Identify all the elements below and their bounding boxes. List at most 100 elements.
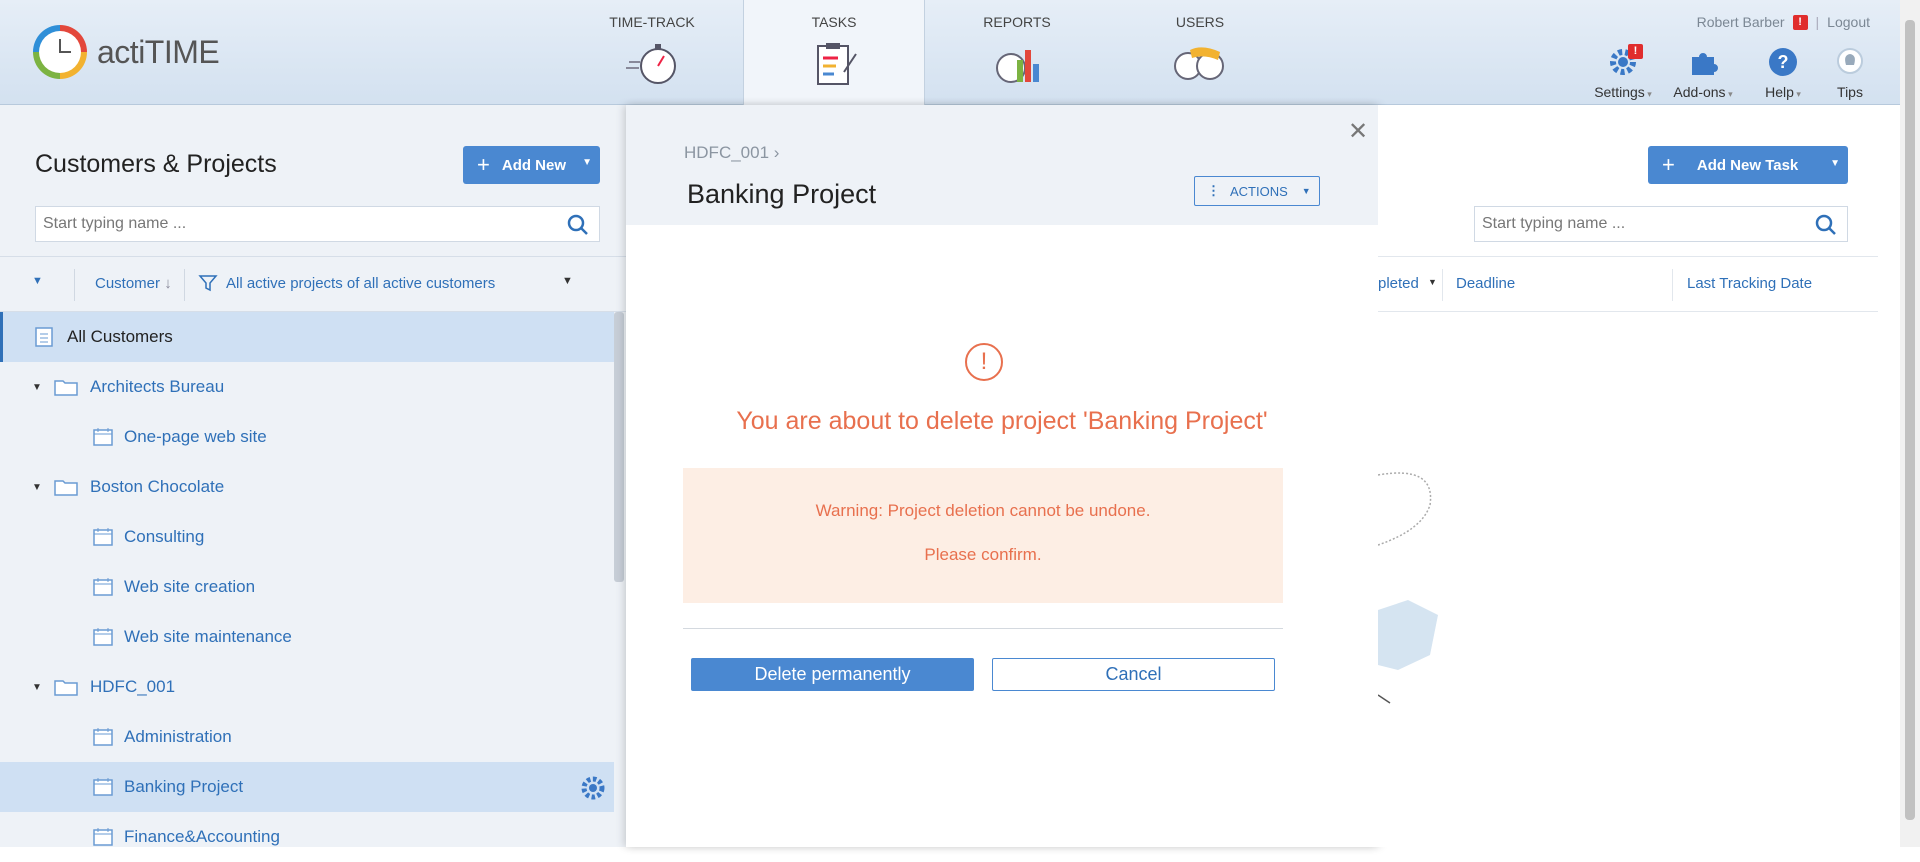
tree-label: Consulting: [124, 527, 205, 546]
plus-icon: +: [1662, 152, 1675, 177]
tree-scrollbar[interactable]: [614, 312, 624, 582]
dialog-header: HDFC_001 › Banking Project ⋮ ACTIONS ▼ ✕: [626, 105, 1378, 225]
page-scrollbar[interactable]: [1900, 0, 1920, 847]
filter-dropdown[interactable]: All active projects of all active custom…: [226, 275, 495, 292]
question-icon: ?: [1769, 48, 1797, 76]
svg-text:?: ?: [1778, 52, 1789, 72]
users-icon: [1174, 47, 1224, 80]
calendar-icon: [93, 828, 113, 846]
expand-all-caret-icon[interactable]: ▼: [32, 275, 43, 287]
chevron-down-icon[interactable]: ▼: [1830, 158, 1840, 169]
search-icon[interactable]: [1815, 214, 1837, 236]
plus-icon: +: [477, 152, 490, 177]
folder-icon: [54, 380, 78, 396]
warning-text: Warning: Project deletion cannot be undo…: [815, 501, 1151, 520]
sort-label: Customer: [95, 275, 161, 292]
tree-all-customers-row[interactable]: All Customers: [0, 312, 614, 362]
tree-project-row[interactable]: Finance&Accounting: [0, 812, 614, 862]
user-line: Robert Barber ! | Logout: [1696, 14, 1870, 30]
chevron-down-icon[interactable]: ▼: [562, 275, 573, 287]
sort-customer-button[interactable]: Customer ↓: [95, 275, 172, 292]
kebab-icon: ⋮: [1207, 183, 1220, 198]
task-search-input[interactable]: Start typing name ...: [1474, 206, 1848, 242]
tab-tasks[interactable]: TASKS: [743, 0, 925, 106]
tab-label: TASKS: [811, 14, 857, 30]
calendar-icon: [93, 778, 113, 796]
expand-caret-icon[interactable]: ▼: [32, 482, 42, 493]
search-icon[interactable]: [567, 214, 589, 236]
column-deadline[interactable]: Deadline: [1456, 275, 1515, 292]
tree-label: Architects Bureau: [90, 377, 225, 396]
tab-label: REPORTS: [983, 14, 1051, 30]
settings-label: Settings: [1594, 84, 1645, 100]
tree-label: Finance&Accounting: [124, 827, 280, 846]
tips-button[interactable]: Tips: [1830, 44, 1870, 100]
clock-logo-icon: [33, 25, 87, 79]
customer-search-input[interactable]: Start typing name ...: [35, 206, 600, 242]
app-logo[interactable]: actiTIME: [33, 25, 220, 79]
column-last-tracking-date[interactable]: Last Tracking Date: [1687, 275, 1812, 292]
column-completed[interactable]: pleted: [1378, 275, 1419, 292]
toolbar: ! Settings ▾ Add-ons ▾ ? Help ▾ Tips: [1590, 44, 1870, 100]
clipboard-icon: [817, 43, 857, 85]
filter-icon: [198, 273, 218, 297]
tab-reports[interactable]: REPORTS: [926, 0, 1108, 105]
calendar-icon: [93, 628, 113, 646]
user-name[interactable]: Robert Barber: [1697, 14, 1785, 30]
warning-icon: !: [965, 343, 1003, 381]
gear-icon[interactable]: [580, 775, 606, 801]
chevron-down-icon[interactable]: ▼: [582, 157, 592, 168]
search-placeholder: Start typing name ...: [1482, 215, 1626, 232]
tree-customer-row[interactable]: ▼ Architects Bureau: [0, 362, 614, 412]
tree-project-row[interactable]: Administration: [0, 712, 614, 762]
tree-project-row[interactable]: One-page web site: [0, 412, 614, 462]
cancel-button[interactable]: Cancel: [992, 658, 1275, 691]
folder-icon: [54, 480, 78, 496]
addons-button[interactable]: Add-ons ▾: [1670, 44, 1736, 100]
tree-label: Web site creation: [124, 577, 256, 596]
tree-customer-row[interactable]: ▼ Boston Chocolate: [0, 462, 614, 512]
tab-time-track[interactable]: TIME-TRACK: [561, 0, 743, 105]
stopwatch-icon: [626, 44, 676, 84]
dialog-title: Banking Project: [687, 179, 877, 209]
tasks-panel: + Add New Task ▼ Start typing name ... p…: [1378, 105, 1900, 847]
empty-state-illustration: [1378, 472, 1438, 704]
logout-link[interactable]: Logout: [1827, 14, 1870, 30]
tree-project-row[interactable]: Consulting: [0, 512, 614, 562]
tree-project-row[interactable]: Banking Project: [0, 762, 614, 812]
add-new-task-button[interactable]: + Add New Task ▼: [1648, 146, 1848, 184]
puzzle-icon: [1692, 53, 1718, 75]
breadcrumb[interactable]: HDFC_001 ›: [684, 143, 779, 163]
confirm-text: Please confirm.: [924, 545, 1042, 564]
settings-button[interactable]: ! Settings ▾: [1590, 44, 1656, 100]
add-new-button[interactable]: + Add New ▼: [463, 146, 600, 184]
tree-project-row[interactable]: Web site creation: [0, 562, 614, 612]
help-button[interactable]: ? Help ▾: [1750, 44, 1816, 100]
expand-caret-icon[interactable]: ▼: [32, 382, 42, 393]
alert-badge[interactable]: !: [1792, 14, 1808, 30]
calendar-icon: [93, 428, 113, 446]
chevron-down-icon[interactable]: ▼: [1428, 277, 1437, 287]
tree-project-row[interactable]: Web site maintenance: [0, 612, 614, 662]
tree-label: Banking Project: [124, 777, 244, 796]
tab-label: USERS: [1175, 14, 1225, 30]
warning-title: You are about to delete project 'Banking…: [736, 407, 1268, 435]
tips-label: Tips: [1837, 84, 1863, 100]
tree-label: Boston Chocolate: [90, 477, 225, 496]
actions-label: ACTIONS: [1230, 183, 1288, 199]
chart-icon: [996, 50, 1039, 83]
search-placeholder: Start typing name ...: [43, 215, 187, 232]
tree-customer-row[interactable]: ▼ HDFC_001: [0, 662, 614, 712]
expand-caret-icon[interactable]: ▼: [32, 682, 42, 693]
tab-users[interactable]: USERS: [1109, 0, 1291, 105]
customers-projects-panel: Customers & Projects + Add New ▼ Start t…: [0, 105, 626, 847]
lightbulb-icon: [1837, 48, 1863, 74]
divider: [683, 628, 1283, 629]
close-icon[interactable]: ✕: [1348, 117, 1368, 146]
add-new-label: Add New: [501, 156, 567, 174]
tree-label: All Customers: [67, 327, 173, 346]
actions-button[interactable]: ⋮ ACTIONS ▼: [1194, 176, 1320, 206]
delete-permanently-button[interactable]: Delete permanently: [691, 658, 974, 691]
calendar-icon: [93, 728, 113, 746]
delete-project-dialog: HDFC_001 › Banking Project ⋮ ACTIONS ▼ ✕…: [626, 105, 1378, 847]
